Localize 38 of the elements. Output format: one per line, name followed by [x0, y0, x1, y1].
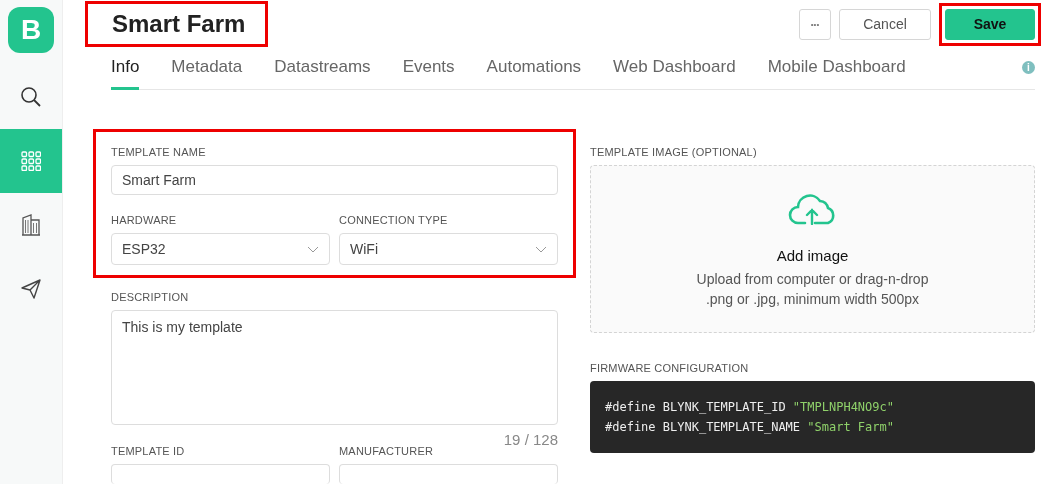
- search-icon: [20, 86, 42, 108]
- upload-title: Add image: [776, 247, 849, 264]
- send-icon: [20, 278, 42, 300]
- character-counter: 19 / 128: [503, 431, 558, 445]
- page-title: Smart Farm: [85, 1, 269, 48]
- template-name-field[interactable]: Smart Farm: [111, 165, 558, 195]
- field-label: CONNECTION TYPE: [339, 214, 449, 226]
- image-upload-area[interactable]: Add image Upload from computer or drag-n-drop .png or .jpg, minimum width 500px: [590, 165, 1035, 333]
- sidebar-grid-button[interactable]: [0, 129, 62, 193]
- grid-icon: [21, 151, 41, 171]
- tab[interactable]: Web Dashboard: [613, 57, 736, 90]
- code-line: #define BLYNK_TEMPLATE_ID "TMPLNPH4NO9c": [605, 399, 895, 416]
- code-line: #define BLYNK_TEMPLATE_NAME "Smart Farm": [605, 419, 895, 436]
- field-label: TEMPLATE IMAGE (OPTIONAL): [590, 146, 758, 158]
- cloud-upload-icon: [787, 193, 838, 225]
- tab[interactable]: Datastreams: [274, 57, 371, 90]
- hardware-dropdown[interactable]: ESP32: [111, 233, 330, 265]
- chevron-down-icon: [307, 245, 319, 253]
- upload-hint: Upload from computer or drag-n-drop: [696, 270, 929, 289]
- more-button[interactable]: •••: [799, 8, 831, 40]
- field-label: TEMPLATE ID: [111, 445, 186, 457]
- tab[interactable]: Events: [402, 57, 455, 90]
- upload-hint: .png or .jpg, minimum width 500px: [705, 290, 920, 309]
- save-button[interactable]: Save: [945, 8, 1035, 40]
- description-field[interactable]: This is my template: [111, 310, 558, 425]
- field-label: FIRMWARE CONFIGURATION: [590, 362, 750, 374]
- cancel-button[interactable]: Cancel: [839, 8, 931, 40]
- chevron-down-icon: [535, 245, 547, 253]
- connection-type-dropdown[interactable]: WiFi: [339, 233, 558, 265]
- field-label: DESCRIPTION: [111, 291, 190, 303]
- field-label: HARDWARE: [111, 214, 178, 226]
- tab[interactable]: Automations: [486, 57, 582, 90]
- field-label: MANUFACTURER: [339, 445, 435, 457]
- tab[interactable]: Metadata: [171, 57, 243, 90]
- tab[interactable]: Mobile Dashboard: [767, 57, 906, 90]
- tab[interactable]: Info: [111, 57, 140, 90]
- field-label: TEMPLATE NAME: [111, 146, 207, 158]
- building-icon: [21, 214, 41, 236]
